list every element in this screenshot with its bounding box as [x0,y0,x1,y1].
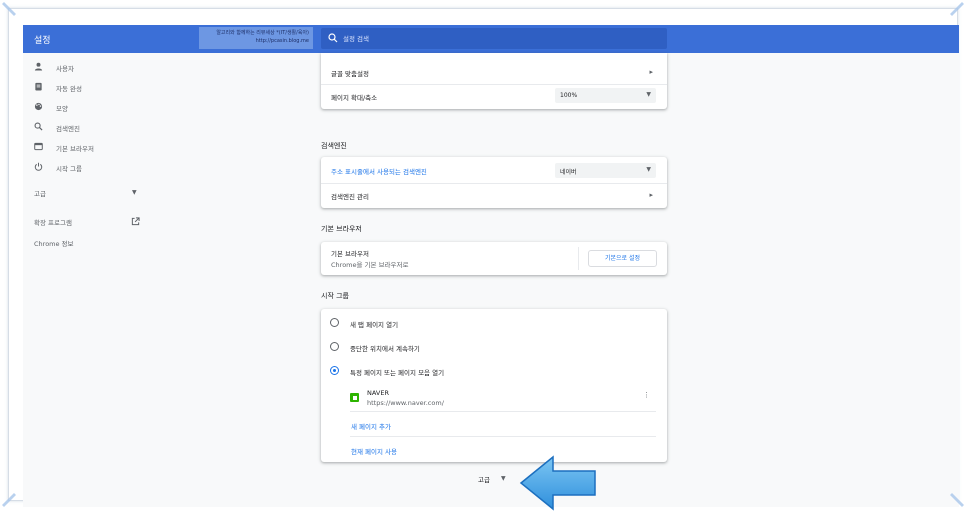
search-icon [34,122,43,131]
sidebar-advanced-label: 고급 [34,190,46,198]
advanced-label: 고급 [478,476,490,484]
watermark-line1: 알고리와 함께하는 리뷰세상 *(IT/생활/육아) [216,30,309,36]
autofill-icon [35,82,42,91]
appearance-card: 글꼴 맞춤설정 ▸ 페이지 확대/축소 100% ▼ [321,53,667,109]
settings-page: 설정 알고리와 함께하는 리뷰세상 *(IT/생활/육아) http://pca… [23,25,959,507]
startup-option-label: 특정 페이지 또는 페이지 모음 열기 [350,369,445,377]
screenshot-frame: 설정 알고리와 함께하는 리뷰세상 *(IT/생활/육아) http://pca… [8,8,959,511]
default-browser-sublabel: Chrome을 기본 브라우저로 [331,261,409,269]
corner-tape-icon [2,2,16,16]
startup-page-name: NAVER [367,389,389,397]
more-vert-icon[interactable]: ⋮ [643,391,650,399]
font-settings-row[interactable]: 글꼴 맞춤설정 ▸ [321,62,667,82]
search-engine-value: 네이버 [560,169,577,176]
startup-card: 새 탭 페이지 열기 중단한 위치에서 계속하기 특정 페이지 또는 페이지 모… [321,309,667,462]
search-icon [328,33,338,43]
browser-icon [34,142,43,151]
startup-option-label: 중단한 위치에서 계속하기 [350,345,420,353]
search-engine-card: 주소 표시줄에서 사용되는 검색엔진 네이버 ▼ 검색엔진 관리 ▸ [321,157,667,208]
sidebar-item-user[interactable]: 사용자 [23,59,151,75]
radio-specific-pages[interactable] [330,366,339,375]
sidebar-item-label: 모양 [56,105,68,113]
sidebar-item-autofill[interactable]: 자동 완성 [23,79,151,95]
chevron-down-icon: ▼ [132,189,137,196]
default-browser-section-title: 기본 브라우저 [321,225,362,233]
watermark-line2: http://pcasin.blog.me [255,38,309,44]
dropdown-arrow-icon: ▼ [646,91,651,98]
corner-tape-icon [950,493,964,507]
font-settings-label: 글꼴 맞춤설정 [331,70,369,78]
dropdown-arrow-icon: ▼ [646,166,651,173]
corner-tape-icon [950,2,964,16]
divider [350,411,656,412]
sidebar-extensions-label: 확장 프로그램 [34,219,72,227]
radio-continue[interactable] [330,342,339,351]
sidebar-item-label: 시작 그룹 [56,165,82,173]
sidebar-item-search-engine[interactable]: 검색엔진 [23,119,151,135]
naver-favicon [350,393,359,402]
manage-search-engines-label: 검색엔진 관리 [331,193,369,201]
sidebar-item-default-browser[interactable]: 기본 브라우저 [23,139,151,155]
sidebar-item-label: 검색엔진 [56,125,80,133]
page-zoom-select[interactable]: 100% ▼ [555,88,656,103]
sidebar-about-chrome[interactable]: Chrome 정보 [34,238,74,248]
default-browser-card: 기본 브라우저 Chrome을 기본 브라우저로 기본으로 설정 [321,242,667,275]
pointer-arrow-icon [519,455,596,511]
search-engine-select[interactable]: 네이버 ▼ [555,163,656,178]
person-icon [34,62,43,71]
palette-icon [34,102,43,111]
sidebar-item-appearance[interactable]: 모양 [23,99,151,115]
divider [350,436,656,437]
divider [321,84,667,85]
blog-watermark: 알고리와 함께하는 리뷰세상 *(IT/생활/육아) http://pcasin… [199,27,313,49]
make-default-button[interactable]: 기본으로 설정 [588,250,657,267]
startup-option-label: 새 탭 페이지 열기 [350,321,399,329]
sidebar-item-label: 사용자 [56,65,74,73]
manage-search-engines-row[interactable]: 검색엔진 관리 ▸ [321,184,667,206]
corner-tape-icon [2,493,16,507]
sidebar-item-label: 기본 브라우저 [56,145,94,153]
radio-new-tab[interactable] [330,318,339,327]
address-bar-engine-label[interactable]: 주소 표시줄에서 사용되는 검색엔진 [331,166,427,176]
startup-section-title: 시작 그룹 [321,292,349,300]
default-browser-label: 기본 브라우저 [331,250,369,258]
arrow-right-icon: ▸ [649,191,653,199]
add-new-page-link[interactable]: 새 페이지 추가 [351,421,391,431]
arrow-right-icon: ▸ [649,68,653,76]
header-bar: 설정 알고리와 함께하는 리뷰세상 *(IT/생활/육아) http://pca… [23,25,959,53]
search-engine-section-title: 검색엔진 [321,142,347,150]
address-bar-engine-row: 주소 표시줄에서 사용되는 검색엔진 네이버 ▼ [321,159,667,181]
page-zoom-value: 100% [560,92,578,99]
sidebar-item-label: 자동 완성 [56,85,82,93]
startup-page-url: https://www.naver.com/ [367,399,444,407]
use-current-pages-link[interactable]: 현재 페이지 사용 [351,446,397,456]
search-box[interactable] [321,28,667,49]
page-title: 설정 [34,36,51,46]
search-input[interactable] [343,32,643,45]
open-in-new-icon [131,217,140,226]
chevron-down-icon: ▼ [501,475,506,482]
sidebar-item-startup[interactable]: 시작 그룹 [23,159,151,175]
page-zoom-row: 페이지 확대/축소 100% ▼ [321,86,667,108]
divider [578,247,579,270]
power-icon [34,162,43,171]
page-zoom-label: 페이지 확대/축소 [331,94,378,102]
